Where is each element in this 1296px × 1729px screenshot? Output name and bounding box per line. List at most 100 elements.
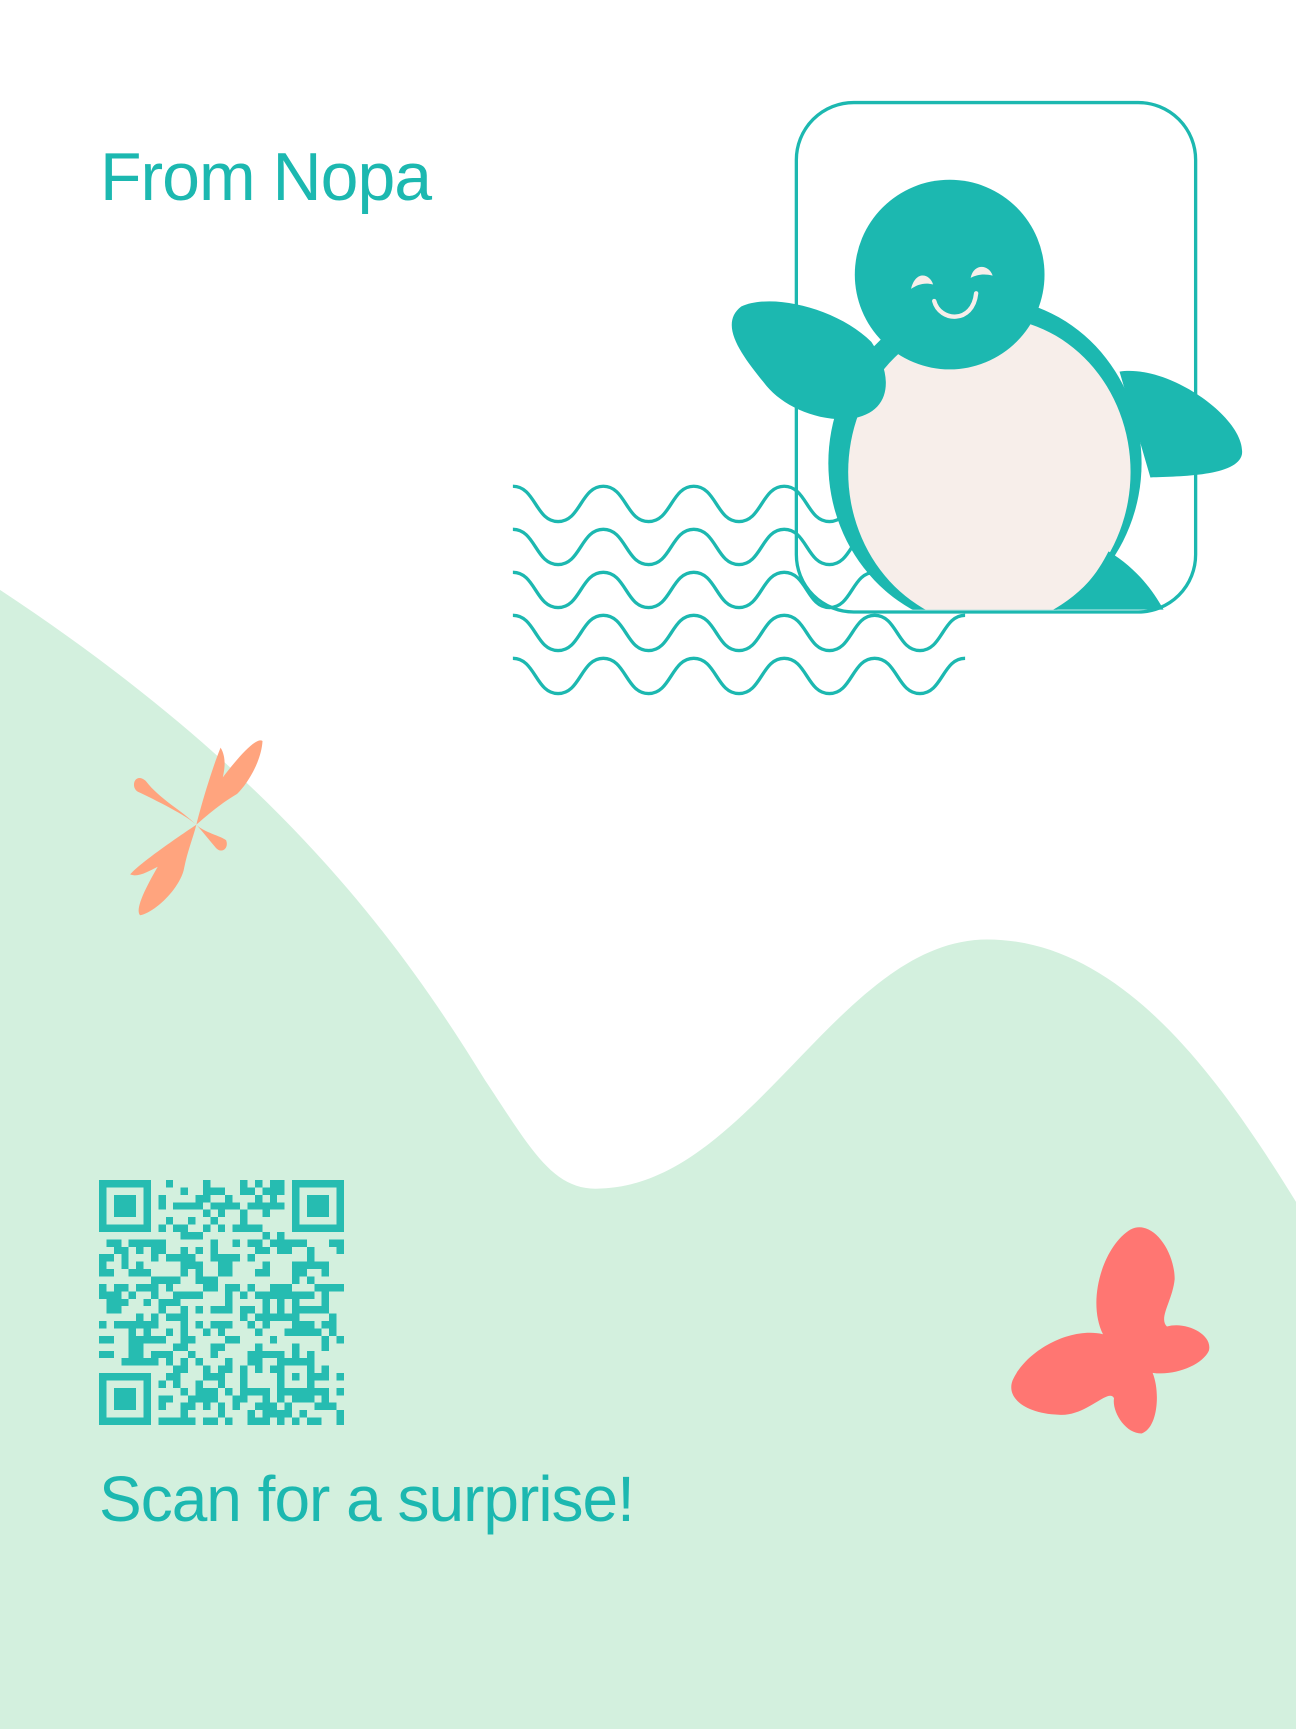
qr-module	[113, 1246, 122, 1255]
qr-module	[232, 1283, 241, 1292]
qr-module	[173, 1373, 181, 1381]
qr-module	[113, 1239, 122, 1247]
qr-module	[262, 1246, 270, 1255]
qr-module	[277, 1410, 285, 1418]
qr-module	[314, 1306, 322, 1314]
qr-module	[128, 1417, 137, 1425]
qr-module	[150, 1313, 159, 1322]
qr-module	[113, 1291, 122, 1299]
qr-module	[240, 1313, 248, 1322]
qr-module	[158, 1335, 166, 1344]
qr-module	[225, 1306, 233, 1314]
qr-module	[336, 1410, 344, 1418]
qr-module	[158, 1298, 166, 1307]
qr-module	[150, 1246, 159, 1255]
qr-module	[143, 1387, 151, 1396]
qr-module	[113, 1321, 122, 1329]
qr-module	[195, 1306, 203, 1314]
qr-module	[292, 1239, 300, 1247]
qr-module	[106, 1335, 114, 1344]
qr-module	[254, 1291, 263, 1299]
qr-module	[292, 1187, 300, 1195]
qr-module	[262, 1321, 270, 1329]
qr-module	[158, 1395, 166, 1403]
qr-module	[173, 1276, 181, 1284]
qr-module	[306, 1202, 315, 1210]
qr-module	[232, 1335, 241, 1344]
qr-module	[217, 1261, 226, 1270]
qr-module	[173, 1380, 181, 1388]
wave-line	[512, 656, 966, 696]
qr-module	[247, 1410, 255, 1418]
qr-module	[321, 1343, 330, 1351]
qr-module	[210, 1239, 218, 1247]
qr-module	[254, 1328, 263, 1336]
qr-module	[314, 1283, 322, 1292]
qr-module	[314, 1209, 322, 1218]
qr-module	[99, 1187, 107, 1195]
qr-module	[292, 1417, 300, 1425]
qr-module	[143, 1373, 151, 1381]
qr-module	[165, 1417, 174, 1425]
qr-module	[150, 1291, 159, 1299]
qr-module	[247, 1202, 255, 1210]
qr-module	[150, 1321, 159, 1329]
qr-module	[321, 1387, 330, 1396]
qr-module	[158, 1402, 166, 1411]
qr-module	[306, 1417, 315, 1425]
qr-module	[314, 1180, 322, 1188]
qr-module	[143, 1380, 151, 1388]
qr-module	[232, 1395, 241, 1403]
qr-module	[240, 1180, 248, 1188]
qr-module	[121, 1261, 129, 1270]
qr-module	[225, 1417, 233, 1425]
qr-module	[165, 1298, 174, 1307]
qr-module	[158, 1239, 166, 1247]
qr-module	[217, 1373, 226, 1381]
qr-module	[180, 1306, 189, 1314]
qr-module	[217, 1306, 226, 1314]
qr-module	[202, 1209, 211, 1218]
qr-module	[284, 1402, 293, 1411]
qr-module	[121, 1373, 129, 1381]
qr-module	[254, 1350, 263, 1359]
qr-module	[314, 1261, 322, 1270]
qr-module	[188, 1395, 196, 1403]
qr-module	[121, 1402, 129, 1411]
qr-module	[299, 1328, 307, 1336]
qr-module	[188, 1291, 196, 1299]
qr-module	[321, 1202, 330, 1210]
qr-module	[121, 1224, 129, 1232]
qr-module	[254, 1313, 263, 1322]
qr-module	[292, 1194, 300, 1203]
qr-module	[254, 1239, 263, 1247]
qr-module	[158, 1194, 166, 1203]
qr-module	[306, 1291, 315, 1299]
qr-module	[217, 1269, 226, 1277]
qr-module	[106, 1373, 114, 1381]
qr-module	[262, 1417, 270, 1425]
qr-module	[277, 1350, 285, 1359]
qr-module	[113, 1402, 122, 1411]
qr-module	[262, 1291, 270, 1299]
qr-module	[106, 1254, 114, 1262]
qr-module	[277, 1373, 285, 1381]
qr-module	[121, 1254, 129, 1262]
qr-code-icon[interactable]	[99, 1180, 344, 1425]
qr-module	[143, 1239, 151, 1247]
qr-module	[180, 1358, 189, 1366]
qr-module	[306, 1276, 315, 1284]
qr-module	[136, 1246, 144, 1255]
qr-module	[173, 1313, 181, 1322]
qr-module	[180, 1328, 189, 1336]
title: From Nopa	[100, 139, 432, 215]
qr-module	[217, 1343, 226, 1351]
qr-module	[299, 1224, 307, 1232]
qr-module	[188, 1254, 196, 1262]
qr-module	[225, 1283, 233, 1292]
qr-module	[180, 1291, 189, 1299]
qr-module	[284, 1283, 293, 1292]
qr-module	[306, 1254, 315, 1262]
qr-module	[292, 1350, 300, 1359]
qr-module	[292, 1313, 300, 1322]
